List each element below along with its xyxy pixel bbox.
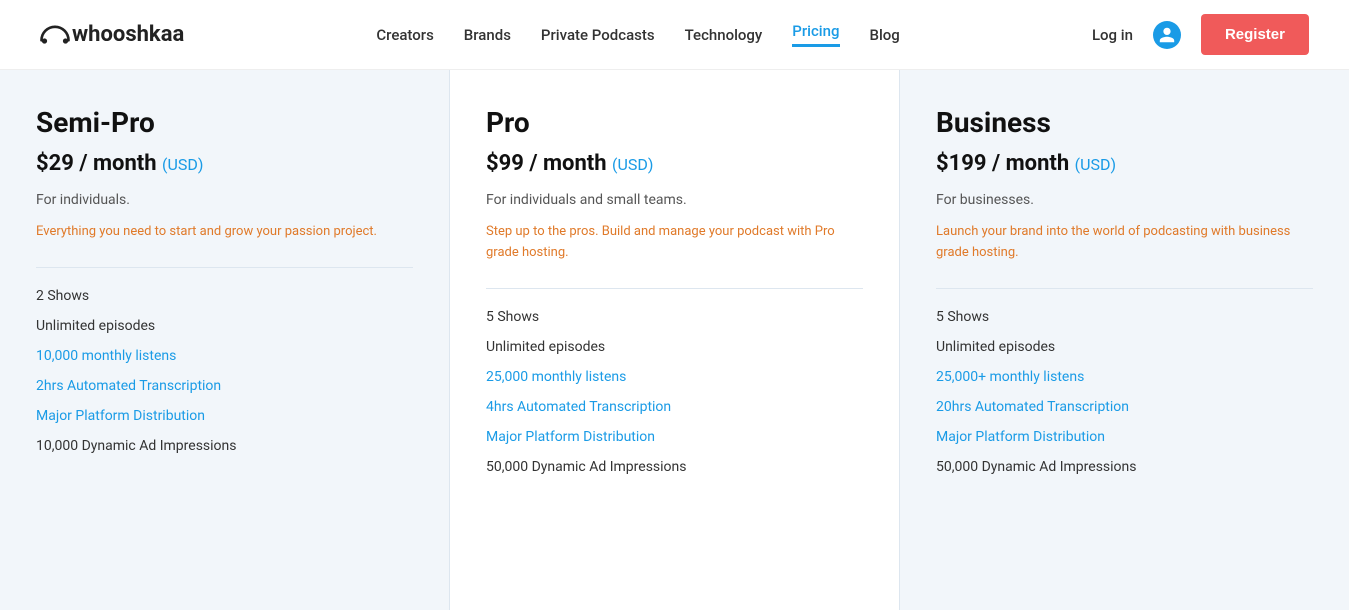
logo-icon [40, 25, 70, 45]
feature-item: Unlimited episodes [36, 318, 413, 334]
main-nav: Creators Brands Private Podcasts Technol… [376, 22, 899, 47]
feature-item: Major Platform Distribution [486, 429, 863, 445]
feature-list: 5 Shows Unlimited episodes 25,000+ monthly… [936, 309, 1313, 475]
plan-name: Business [936, 106, 1313, 139]
site-header: whooshkaa Creators Brands Private Podcas… [0, 0, 1349, 70]
plan-audience: For individuals and small teams. [486, 192, 863, 208]
feature-list: 5 Shows Unlimited episodes 25,000 monthly … [486, 309, 863, 475]
feature-item: Unlimited episodes [936, 339, 1313, 355]
feature-item: 10,000 monthly listens [36, 348, 413, 364]
feature-item: 2 Shows [36, 288, 413, 304]
feature-item: Major Platform Distribution [936, 429, 1313, 445]
plan-card-pro: Pro $99 / month (USD) For individuals an… [450, 70, 900, 610]
logo[interactable]: whooshkaa [40, 22, 184, 47]
feature-item: 4hrs Automated Transcription [486, 399, 863, 415]
feature-list: 2 Shows Unlimited episodes 10,000 monthly … [36, 288, 413, 454]
divider [486, 288, 863, 289]
nav-private-podcasts[interactable]: Private Podcasts [541, 26, 655, 44]
logo-text: whooshkaa [72, 22, 184, 47]
feature-item: Major Platform Distribution [36, 408, 413, 424]
plan-price: $29 / month (USD) [36, 151, 413, 176]
plan-price: $199 / month (USD) [936, 151, 1313, 176]
nav-technology[interactable]: Technology [685, 26, 763, 44]
feature-item: 5 Shows [936, 309, 1313, 325]
nav-creators[interactable]: Creators [376, 26, 433, 44]
feature-item: 50,000 Dynamic Ad Impressions [486, 459, 863, 475]
plan-description: Launch your brand into the world of podc… [936, 222, 1313, 264]
plan-price: $99 / month (USD) [486, 151, 863, 176]
plan-audience: For individuals. [36, 192, 413, 208]
nav-pricing[interactable]: Pricing [792, 22, 839, 47]
feature-item: Unlimited episodes [486, 339, 863, 355]
nav-blog[interactable]: Blog [870, 26, 900, 44]
feature-item: 20hrs Automated Transcription [936, 399, 1313, 415]
feature-item: 50,000 Dynamic Ad Impressions [936, 459, 1313, 475]
plan-card-semi-pro: Semi-Pro $29 / month (USD) For individua… [0, 70, 450, 610]
nav-brands[interactable]: Brands [464, 26, 511, 44]
plan-name: Semi-Pro [36, 106, 413, 139]
feature-item: 5 Shows [486, 309, 863, 325]
register-button[interactable]: Register [1201, 14, 1309, 55]
feature-item: 2hrs Automated Transcription [36, 378, 413, 394]
nav-right: Log in Register [1092, 14, 1309, 55]
plan-card-business: Business $199 / month (USD) For business… [900, 70, 1349, 610]
pricing-section: Semi-Pro $29 / month (USD) For individua… [0, 70, 1349, 610]
plan-description: Step up to the pros. Build and manage yo… [486, 222, 863, 264]
divider [936, 288, 1313, 289]
plan-audience: For businesses. [936, 192, 1313, 208]
divider [36, 267, 413, 268]
feature-item: 25,000 monthly listens [486, 369, 863, 385]
user-avatar-icon[interactable] [1153, 21, 1181, 49]
feature-item: 25,000+ monthly listens [936, 369, 1313, 385]
plan-description: Everything you need to start and grow yo… [36, 222, 413, 243]
feature-item: 10,000 Dynamic Ad Impressions [36, 438, 413, 454]
login-link[interactable]: Log in [1092, 26, 1133, 44]
plan-name: Pro [486, 106, 863, 139]
